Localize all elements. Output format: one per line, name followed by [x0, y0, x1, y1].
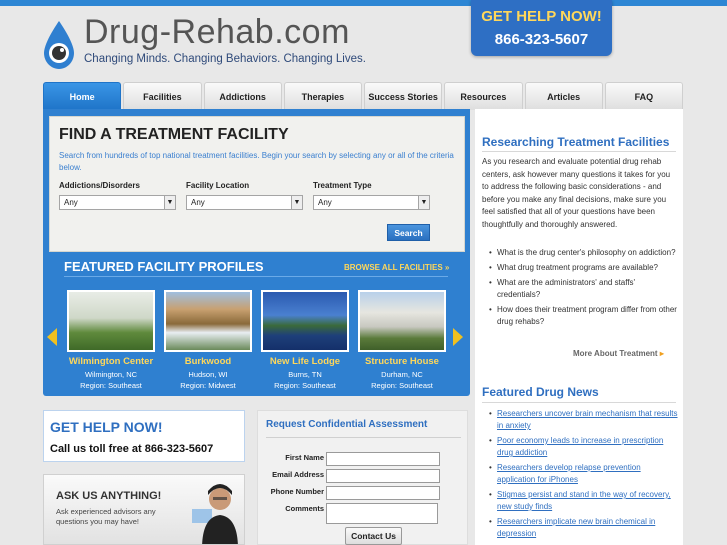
header-help-title: GET HELP NOW! — [481, 8, 602, 25]
facility-card[interactable]: Structure House Durham, NC Region: South… — [358, 290, 446, 390]
get-help-box[interactable]: GET HELP NOW! Call us toll free at 866-3… — [43, 410, 245, 462]
main-nav: Home Facilities Addictions Therapies Suc… — [43, 82, 683, 110]
facility-card[interactable]: New Life Lodge Burns, TN Region: Southea… — [261, 290, 349, 390]
facility-location: Hudson, WI — [188, 370, 228, 379]
header-help-box[interactable]: GET HELP NOW! 866-323-5607 — [471, 0, 612, 56]
location-select-value: Any — [191, 198, 205, 207]
facility-photo[interactable] — [261, 290, 349, 352]
nav-resources[interactable]: Resources — [444, 82, 523, 110]
comments-label: Comments — [285, 504, 324, 513]
facility-name[interactable]: Wilmington Center — [67, 356, 155, 367]
comments-field[interactable] — [326, 503, 438, 524]
treatment-type-label: Treatment Type — [313, 181, 372, 190]
browse-all-link[interactable]: BROWSE ALL FACILITIES » — [344, 263, 449, 272]
nav-addictions[interactable]: Addictions — [203, 82, 282, 110]
contact-us-button[interactable]: Contact Us — [345, 527, 402, 545]
facility-photo[interactable] — [67, 290, 155, 352]
facility-location: Burns, TN — [288, 370, 322, 379]
news-link[interactable]: Researchers develop relapse prevention a… — [489, 462, 679, 486]
facility-card[interactable]: Burkwood Hudson, WI Region: Midwest — [164, 290, 252, 390]
facility-region: Region: Midwest — [180, 381, 236, 390]
addictions-select-value: Any — [64, 198, 78, 207]
right-sidebar: Researching Treatment Facilities As you … — [475, 109, 683, 545]
search-description: Search from hundreds of top national tre… — [59, 151, 454, 172]
facility-region: Region: Southeast — [371, 381, 433, 390]
news-link[interactable]: Researchers uncover brain mechanism that… — [489, 408, 679, 432]
facility-photo[interactable] — [164, 290, 252, 352]
research-text: As you research and evaluate potential d… — [482, 157, 671, 229]
header-help-phone[interactable]: 866-323-5607 — [471, 31, 612, 48]
facility-location: Wilmington, NC — [84, 370, 138, 379]
featured-title: FEATURED FACILITY PROFILES — [64, 259, 264, 274]
chevron-down-icon: ▼ — [291, 196, 302, 209]
request-divider — [266, 437, 461, 438]
advisor-photo — [192, 484, 238, 544]
news-link[interactable]: Researchers implicate new brain chemical… — [489, 516, 679, 540]
facility-name[interactable]: New Life Lodge — [261, 356, 349, 367]
ask-us-title: ASK US ANYTHING! — [56, 490, 162, 502]
news-link[interactable]: Poor economy leads to increase in prescr… — [489, 435, 679, 459]
chevron-down-icon: ▼ — [164, 196, 175, 209]
phone-label: Phone Number — [270, 487, 324, 496]
location-label: Facility Location — [186, 181, 250, 190]
facility-region: Region: Southeast — [80, 381, 142, 390]
more-about-treatment-label: More About Treatment — [573, 349, 658, 358]
more-about-treatment-link[interactable]: More About Treatment ▸ — [573, 349, 664, 358]
facility-search-box: FIND A TREATMENT FACILITY Search from hu… — [49, 116, 465, 252]
news-divider — [482, 402, 676, 403]
facility-photo[interactable] — [358, 290, 446, 352]
ask-us-text: Ask experienced advisors any questions y… — [56, 507, 156, 526]
facility-location: Durham, NC — [381, 370, 423, 379]
featured-divider — [64, 276, 448, 277]
logo-tagline: Changing Minds. Changing Behaviors. Chan… — [84, 53, 366, 65]
list-item: What are the administrators' and staffs'… — [489, 277, 679, 301]
carousel-prev-arrow-icon[interactable] — [47, 328, 57, 346]
nav-success-stories[interactable]: Success Stories — [364, 82, 443, 110]
facility-name[interactable]: Structure House — [358, 356, 446, 367]
research-divider — [482, 151, 676, 152]
first-name-field[interactable] — [326, 452, 440, 466]
nav-home[interactable]: Home — [43, 82, 122, 110]
request-assessment-form: Request Confidential Assessment First Na… — [257, 410, 468, 545]
chevron-down-icon: ▼ — [418, 196, 429, 209]
email-label: Email Address — [272, 470, 324, 479]
arrow-right-icon: ▸ — [659, 349, 664, 358]
carousel-next-arrow-icon[interactable] — [453, 328, 463, 346]
nav-facilities[interactable]: Facilities — [123, 82, 202, 110]
email-field[interactable] — [326, 469, 440, 483]
get-help-phone[interactable]: Call us toll free at 866-323-5607 — [50, 443, 213, 455]
addictions-label: Addictions/Disorders — [59, 181, 140, 190]
news-link[interactable]: Stigmas persist and stand in the way of … — [489, 489, 679, 513]
location-select[interactable]: Any ▼ — [186, 195, 303, 210]
nav-articles[interactable]: Articles — [524, 82, 603, 110]
top-accent-bar — [0, 0, 727, 6]
treatment-type-select-value: Any — [318, 198, 332, 207]
logo-title[interactable]: Drug-Rehab.com — [84, 13, 350, 52]
facility-region: Region: Southeast — [274, 381, 336, 390]
search-button[interactable]: Search — [387, 224, 430, 241]
request-title: Request Confidential Assessment — [266, 419, 428, 430]
nav-therapies[interactable]: Therapies — [283, 82, 362, 110]
get-help-title: GET HELP NOW! — [50, 419, 163, 435]
questions-list: What is the drug center's philosophy on … — [489, 247, 679, 331]
first-name-label: First Name — [285, 453, 324, 462]
news-title: Featured Drug News — [482, 385, 599, 399]
nav-faq[interactable]: FAQ — [604, 82, 683, 110]
logo-drop-icon[interactable] — [42, 20, 76, 70]
phone-field[interactable] — [326, 486, 440, 500]
addictions-select[interactable]: Any ▼ — [59, 195, 176, 210]
list-item: How does their treatment program differ … — [489, 304, 679, 328]
news-list: Researchers uncover brain mechanism that… — [489, 408, 679, 543]
search-title: FIND A TREATMENT FACILITY — [59, 126, 289, 143]
list-item: What is the drug center's philosophy on … — [489, 247, 679, 259]
facility-name[interactable]: Burkwood — [164, 356, 252, 367]
list-item: What drug treatment programs are availab… — [489, 262, 679, 274]
facility-card[interactable]: Wilmington Center Wilmington, NC Region:… — [67, 290, 155, 390]
ask-us-banner[interactable]: ASK US ANYTHING! Ask experienced advisor… — [43, 474, 245, 545]
research-title: Researching Treatment Facilities — [482, 135, 670, 149]
treatment-type-select[interactable]: Any ▼ — [313, 195, 430, 210]
